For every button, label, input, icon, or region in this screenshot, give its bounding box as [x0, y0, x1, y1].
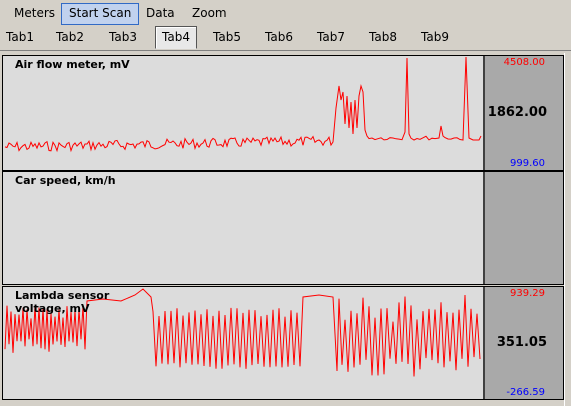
menu-meters[interactable]: Meters: [7, 3, 62, 23]
car-speed-panel: Car speed, km/h: [2, 171, 564, 285]
lambda-panel: Lambda sensor voltage, mV 939.29 351.05 …: [2, 286, 564, 400]
panel-label: Air flow meter, mV: [15, 58, 130, 71]
tab-2[interactable]: Tab2: [52, 27, 88, 48]
max-value: 939.29: [510, 288, 545, 299]
tab-6[interactable]: Tab6: [261, 27, 297, 48]
menu-zoom[interactable]: Zoom: [185, 3, 234, 23]
menu-bar: Meters Start Scan Data Zoom: [0, 0, 571, 26]
panel-label: Lambda sensor voltage, mV: [15, 289, 110, 315]
tab-1[interactable]: Tab1: [2, 27, 38, 48]
max-value: 4508.00: [503, 57, 545, 68]
tab-8[interactable]: Tab8: [365, 27, 401, 48]
trace-line: [4, 56, 482, 153]
vertical-scrollbar[interactable]: [564, 53, 571, 406]
airflow-readout: 4508.00 1862.00 999.60: [485, 56, 563, 170]
tab-9[interactable]: Tab9: [417, 27, 453, 48]
menu-data[interactable]: Data: [139, 3, 182, 23]
tab-7[interactable]: Tab7: [313, 27, 349, 48]
lambda-readout: 939.29 351.05 -266.59: [485, 287, 563, 399]
tab-3[interactable]: Tab3: [105, 27, 141, 48]
airflow-plot: Air flow meter, mV: [3, 56, 485, 170]
car-speed-plot: Car speed, km/h: [3, 172, 485, 284]
min-value: -266.59: [506, 387, 545, 398]
start-scan-button[interactable]: Start Scan: [61, 3, 140, 25]
min-value: 999.60: [510, 158, 545, 169]
current-value: 1862.00: [487, 105, 547, 120]
current-value: 351.05: [496, 335, 547, 350]
car-speed-readout: [485, 172, 563, 284]
airflow-panel: Air flow meter, mV 4508.00 1862.00 999.6…: [2, 55, 564, 171]
lambda-plot: Lambda sensor voltage, mV: [3, 287, 485, 399]
tab-4[interactable]: Tab4: [155, 26, 197, 49]
airflow-trace: [4, 56, 482, 153]
tab-5[interactable]: Tab5: [209, 27, 245, 48]
tab-strip: Tab1 Tab2 Tab3 Tab4 Tab5 Tab6 Tab7 Tab8 …: [0, 26, 571, 51]
panel-label: Car speed, km/h: [15, 174, 116, 187]
